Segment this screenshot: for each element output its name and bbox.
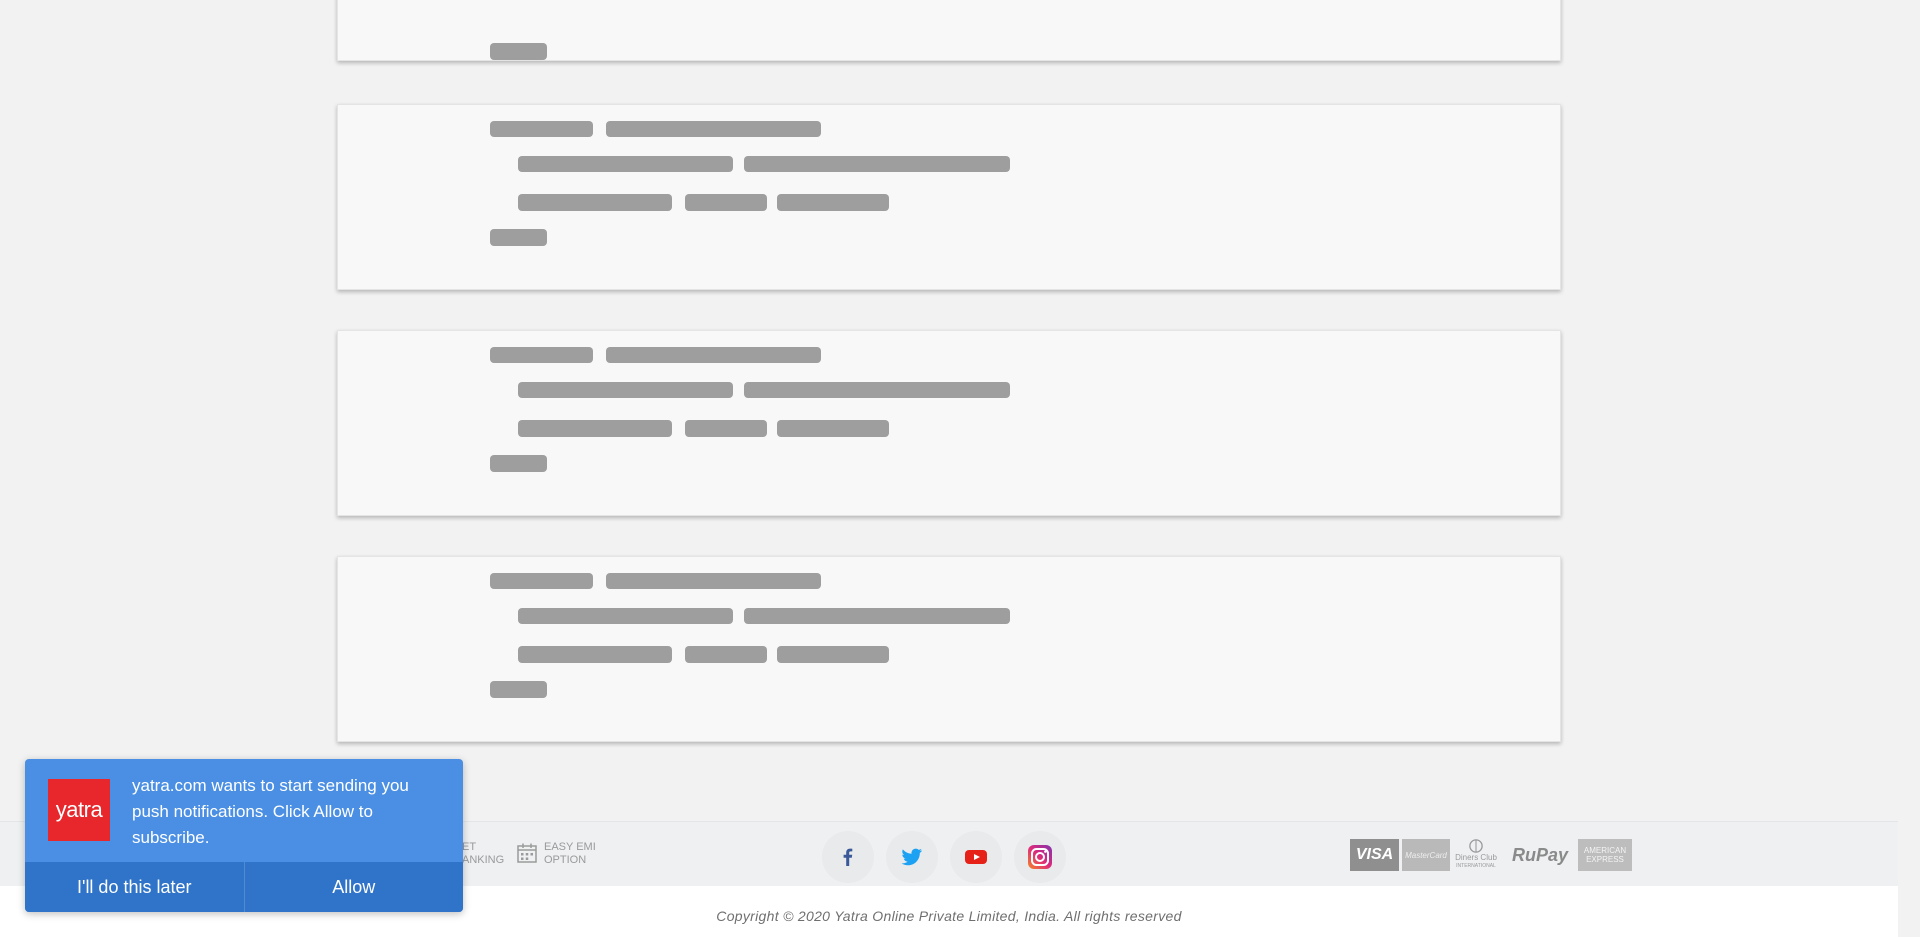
feature-label-line1: EASY EMI [544, 841, 596, 853]
skeleton-bar [606, 573, 821, 589]
diners-club-text: Diners Club [1455, 853, 1497, 862]
amex-text-line2: EXPRESS [1586, 855, 1624, 864]
skeleton-bar [490, 573, 593, 589]
rupay-logo: RuPay [1511, 844, 1569, 865]
result-card-skeleton [337, 104, 1561, 290]
skeleton-bar [744, 382, 1010, 398]
twitter-icon [901, 848, 922, 866]
notification-actions: I'll do this later Allow [25, 862, 463, 912]
skeleton-bar [685, 420, 767, 437]
youtube-icon [965, 850, 987, 864]
amex-logo: AMERICAN EXPRESS [1578, 839, 1632, 871]
amex-text-line1: AMERICAN [1583, 846, 1627, 855]
result-card-skeleton [337, 556, 1561, 742]
facebook-icon [843, 848, 853, 866]
instagram-icon [1028, 845, 1052, 869]
calendar-icon [516, 842, 538, 864]
skeleton-bar [518, 420, 672, 437]
skeleton-bar [744, 608, 1010, 624]
skeleton-bar [490, 347, 593, 363]
instagram-link[interactable] [1014, 831, 1066, 883]
allow-button[interactable]: Allow [245, 862, 464, 912]
skeleton-bar [606, 121, 821, 137]
skeleton-bar [490, 43, 547, 60]
skeleton-bar [490, 681, 547, 698]
feature-label-line2: OPTION [544, 854, 587, 866]
diners-club-icon [1469, 839, 1483, 853]
feature-label-line2: ANKING [462, 854, 505, 866]
push-notification-prompt: yatra yatra.com wants to start sending y… [25, 759, 463, 912]
youtube-link[interactable] [950, 831, 1002, 883]
diners-club-subtext: INTERNATIONAL [1456, 863, 1496, 869]
skeleton-bar [490, 455, 547, 472]
feature-label-line1: ET [462, 841, 477, 853]
twitter-link[interactable] [886, 831, 938, 883]
skeleton-bar [685, 194, 767, 211]
facebook-link[interactable] [822, 831, 874, 883]
skeleton-bar [518, 608, 733, 624]
skeleton-bar [518, 646, 672, 663]
mastercard-logo: MasterCard [1402, 839, 1450, 871]
skeleton-bar [490, 229, 547, 246]
diners-club-logo: Diners Club INTERNATIONAL [1453, 839, 1499, 871]
skeleton-bar [777, 646, 889, 663]
skeleton-bar [606, 347, 821, 363]
skeleton-bar [744, 156, 1010, 172]
yatra-logo: yatra [48, 779, 110, 841]
skeleton-bar [490, 121, 593, 137]
visa-logo: VISA [1350, 839, 1399, 871]
result-card-skeleton [337, 330, 1561, 516]
later-button[interactable]: I'll do this later [25, 862, 245, 912]
skeleton-bar [777, 194, 889, 211]
result-card-skeleton [337, 0, 1561, 61]
skeleton-bar [518, 156, 733, 172]
skeleton-bar [685, 646, 767, 663]
skeleton-bar [518, 194, 672, 211]
feature-label: EASY EMI OPTION [544, 841, 644, 867]
notification-message: yatra.com wants to start sending you pus… [132, 776, 409, 847]
skeleton-bar [777, 420, 889, 437]
skeleton-bar [518, 382, 733, 398]
